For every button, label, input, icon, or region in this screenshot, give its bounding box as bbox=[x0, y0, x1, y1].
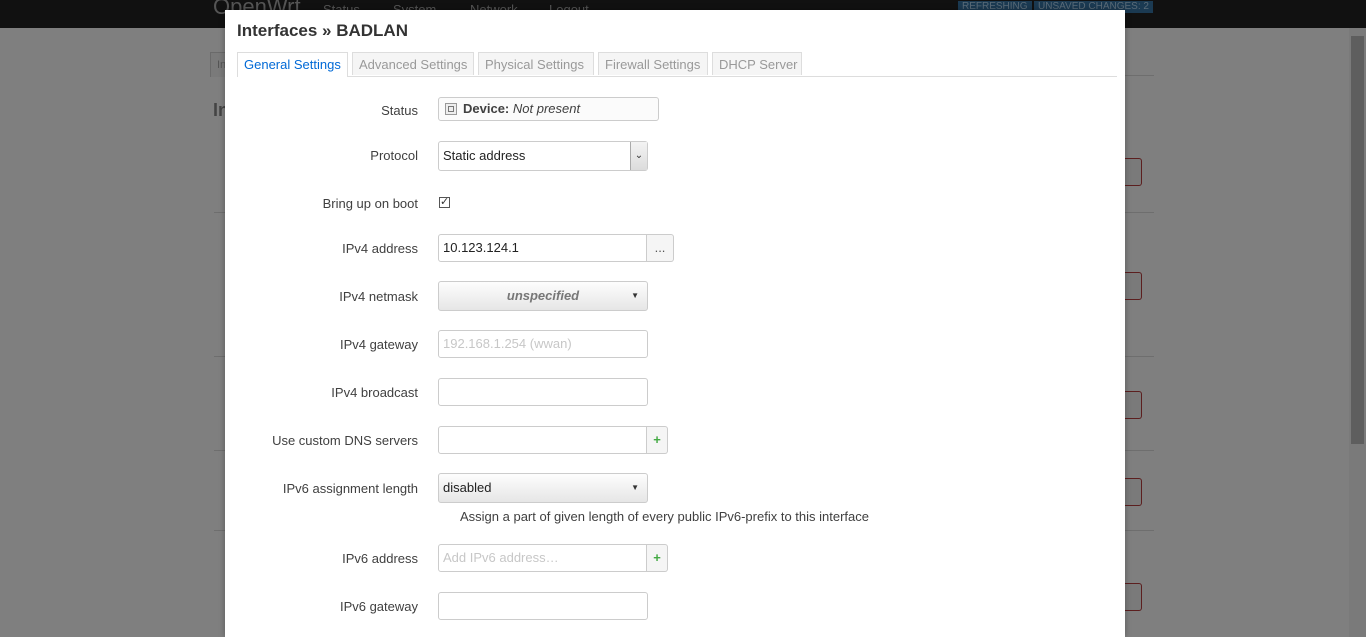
protocol-select[interactable]: Static address ⌄ bbox=[438, 141, 648, 171]
ipv4-address-input[interactable]: 10.123.124.1 bbox=[438, 234, 647, 262]
background-divider bbox=[1124, 212, 1154, 213]
ipv6-address-input[interactable]: Add IPv6 address… bbox=[438, 544, 647, 572]
background-divider bbox=[1124, 450, 1154, 451]
custom-dns-label: Use custom DNS servers bbox=[272, 433, 418, 448]
bring-up-on-boot-checkbox[interactable]: ✓ bbox=[439, 197, 450, 208]
tab-advanced-settings[interactable]: Advanced Settings bbox=[352, 52, 474, 75]
background-delete-button bbox=[1124, 158, 1142, 186]
ipv4-address-more-button[interactable]: ... bbox=[647, 234, 674, 262]
device-key: Device: bbox=[463, 101, 510, 116]
ipv4-broadcast-input[interactable] bbox=[438, 378, 648, 406]
ipv6-assignment-length-select[interactable]: disabled ▼ bbox=[438, 473, 648, 503]
interface-edit-modal: Interfaces » BADLAN General Settings Adv… bbox=[225, 10, 1125, 637]
add-ipv6-address-button[interactable]: + bbox=[647, 544, 668, 572]
tab-physical-settings[interactable]: Physical Settings bbox=[478, 52, 594, 75]
background-divider bbox=[214, 212, 225, 213]
protocol-select-value: Static address bbox=[443, 148, 526, 163]
modal-title: Interfaces » BADLAN bbox=[237, 21, 408, 40]
tab-general-settings[interactable]: General Settings bbox=[237, 52, 348, 77]
background-divider bbox=[1124, 75, 1154, 76]
device-status-box: Device: Not present bbox=[438, 97, 659, 121]
background-tab-stub: In bbox=[210, 52, 226, 77]
tab-dhcp-server[interactable]: DHCP Server bbox=[712, 52, 802, 75]
background-delete-button bbox=[1124, 478, 1142, 506]
chevron-down-icon: ⌄ bbox=[630, 142, 647, 170]
ipv4-netmask-value: unspecified bbox=[506, 288, 580, 303]
caret-down-icon: ▼ bbox=[631, 291, 639, 300]
ipv6-assignment-length-label: IPv6 assignment length bbox=[282, 481, 418, 496]
status-label: Status bbox=[381, 103, 418, 118]
page-scrollbar-thumb[interactable] bbox=[1351, 36, 1364, 444]
settings-tabs: General Settings Advanced Settings Physi… bbox=[237, 52, 1117, 77]
caret-down-icon: ▼ bbox=[631, 483, 639, 492]
ipv4-gateway-label: IPv4 gateway bbox=[339, 337, 418, 352]
tab-firewall-settings[interactable]: Firewall Settings bbox=[598, 52, 708, 75]
background-delete-button bbox=[1124, 583, 1142, 611]
ipv6-assignment-length-value: disabled bbox=[443, 480, 492, 495]
protocol-label: Protocol bbox=[370, 148, 418, 163]
ipv4-netmask-select[interactable]: unspecified ▼ bbox=[438, 281, 648, 311]
custom-dns-input[interactable] bbox=[438, 426, 647, 454]
background-divider bbox=[214, 450, 225, 451]
ipv4-netmask-label: IPv4 netmask bbox=[339, 289, 418, 304]
ipv4-gateway-input[interactable]: 192.168.1.254 (wwan) bbox=[438, 330, 648, 358]
ipv4-address-label: IPv4 address bbox=[342, 241, 418, 256]
background-divider bbox=[1124, 356, 1154, 357]
ipv6-gateway-label: IPv6 gateway bbox=[339, 599, 418, 614]
add-dns-server-button[interactable]: + bbox=[647, 426, 668, 454]
ipv4-broadcast-label: IPv4 broadcast bbox=[331, 385, 418, 400]
background-divider bbox=[214, 356, 225, 357]
ethernet-port-icon bbox=[445, 103, 457, 115]
ipv6-assignment-description: Assign a part of given length of every p… bbox=[460, 509, 869, 524]
background-delete-button bbox=[1124, 272, 1142, 300]
ipv6-address-label: IPv6 address bbox=[342, 551, 418, 566]
ipv6-gateway-input[interactable] bbox=[438, 592, 648, 620]
background-delete-button bbox=[1124, 391, 1142, 419]
background-divider bbox=[1124, 530, 1154, 531]
boot-label: Bring up on boot bbox=[322, 196, 418, 211]
device-status-value: Not present bbox=[512, 101, 581, 116]
background-divider bbox=[214, 530, 225, 531]
